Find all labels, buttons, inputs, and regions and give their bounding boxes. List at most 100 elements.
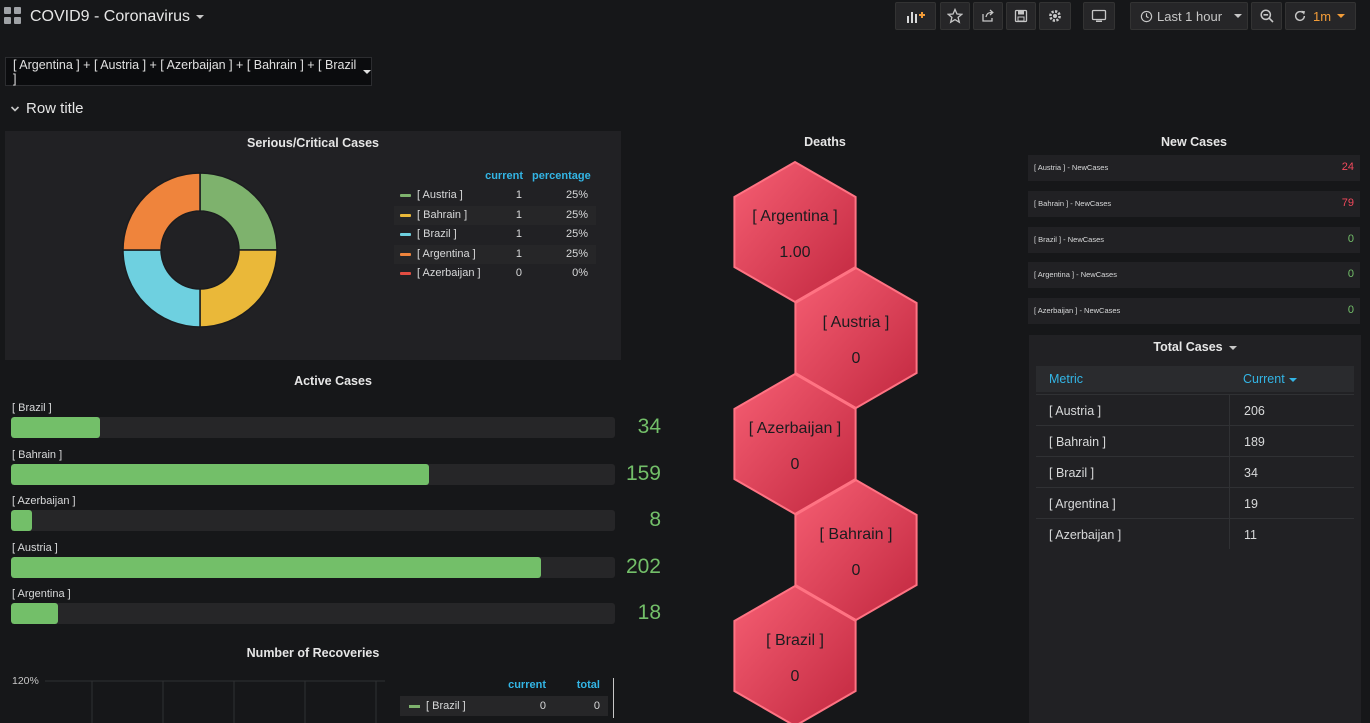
legend-header-current[interactable]: current	[478, 170, 523, 182]
panel-title-menu[interactable]: Total Cases	[1029, 340, 1361, 354]
stat-value: 79	[1341, 196, 1354, 209]
refresh-icon	[1294, 10, 1306, 22]
save-button[interactable]	[1006, 2, 1036, 30]
series-name: [ Azerbaijan ]	[417, 267, 481, 279]
bar-track	[11, 603, 615, 625]
save-icon	[1014, 9, 1028, 23]
add-panel-button[interactable]	[895, 2, 936, 30]
chevron-down-icon	[1337, 14, 1346, 18]
add-panel-icon	[906, 12, 925, 23]
row-header[interactable]: Row title	[10, 100, 84, 117]
bar-track	[11, 463, 615, 485]
stat-value: 24	[1341, 161, 1354, 173]
stat-row[interactable]: [ Azerbaijan ] - NewCases 0	[1028, 298, 1360, 325]
dashboard-grid-icon[interactable]	[4, 7, 22, 25]
pie-slice-1[interactable]	[199, 249, 278, 328]
dashboard-title-picker[interactable]: COVID9 - Coronavirus	[30, 8, 205, 26]
pie-slice-0[interactable]	[199, 172, 278, 251]
stat-row[interactable]: [ Argentina ] - NewCases 0	[1028, 262, 1360, 289]
table-cell-metric: [ Bahrain ]	[1036, 425, 1229, 456]
hex-value: 0	[851, 562, 861, 579]
stat-value: 0	[1347, 304, 1354, 317]
critical-cases-donut-chart	[122, 172, 278, 328]
series-current: 0	[539, 700, 546, 712]
legend-header-percentage[interactable]: percentage	[532, 170, 591, 182]
pie-slice-3[interactable]	[122, 172, 201, 251]
legend-header-current[interactable]: current	[500, 679, 546, 691]
table-cell-current: 34	[1229, 456, 1354, 487]
series-swatch	[409, 705, 420, 708]
country-variable-picker[interactable]: [ Argentina ] + [ Austria ] + [ Azerbaij…	[5, 57, 372, 86]
hex-label: [ Azerbaijan ]	[748, 420, 842, 437]
hex-value: 1.00	[779, 244, 811, 261]
legend-item[interactable]: [ Argentina ] 1 25%	[394, 244, 596, 264]
series-percentage: 25%	[565, 208, 588, 221]
bar-label: [ Argentina ]	[12, 588, 71, 601]
time-range-label: Last 1 hour	[1157, 8, 1223, 24]
refresh-picker[interactable]: 1m	[1285, 2, 1356, 30]
table-cell-current: 11	[1229, 518, 1354, 549]
legend-item[interactable]: [ Brazil ] 1 25%	[394, 225, 596, 244]
series-name: [ Brazil ]	[426, 700, 466, 712]
clock-icon	[1140, 10, 1153, 22]
hex-label: [ Bahrain ]	[819, 526, 893, 543]
variable-value: [ Argentina ] + [ Austria ] + [ Azerbaij…	[13, 57, 357, 86]
top-navbar: COVID9 - Coronavirus Last 1 hour 1m	[0, 0, 1370, 34]
pie-slice-2[interactable]	[122, 249, 201, 328]
series-swatch	[400, 252, 411, 256]
dashboard-title: COVID9 - Coronavirus	[30, 8, 191, 25]
stat-name: [ Austria ] - NewCases	[1034, 163, 1109, 172]
series-percentage: 25%	[565, 228, 588, 240]
series-swatch	[400, 213, 411, 217]
stat-row[interactable]: [ Bahrain ] - NewCases 79	[1028, 190, 1360, 217]
zoom-out-button[interactable]	[1251, 2, 1282, 30]
gear-icon	[1049, 10, 1061, 22]
legend-scrollbar[interactable]	[613, 678, 614, 718]
table-cell-current: 19	[1229, 487, 1354, 518]
settings-button[interactable]	[1039, 2, 1071, 30]
bar-fill	[11, 603, 59, 625]
series-name: [ Austria ]	[417, 189, 463, 201]
new-cases-panel: New Cases	[1028, 131, 1360, 151]
legend-item[interactable]: [ Austria ] 1 25%	[394, 186, 596, 205]
bar-label: [ Brazil ]	[12, 402, 52, 414]
column-header-label: Current	[1243, 372, 1285, 386]
stat-value: 0	[1347, 232, 1354, 245]
panel-title: Number of Recoveries	[246, 646, 380, 660]
bar-track	[11, 510, 615, 532]
bar-label: [ Bahrain ]	[12, 448, 63, 461]
share-icon	[982, 9, 994, 22]
series-swatch	[400, 233, 411, 236]
active-cases-panel: Active Cases	[5, 368, 670, 630]
legend-item[interactable]: [ Bahrain ] 1 25%	[394, 205, 596, 225]
stat-name: [ Azerbaijan ] - NewCases	[1034, 306, 1121, 316]
share-button[interactable]	[973, 2, 1003, 30]
table-cell-metric: [ Brazil ]	[1036, 456, 1229, 487]
column-header-metric[interactable]: Metric	[1036, 366, 1229, 392]
table-cell-metric: [ Argentina ]	[1036, 487, 1229, 518]
star-button[interactable]	[940, 2, 970, 30]
stat-row[interactable]: [ Austria ] - NewCases 24	[1028, 155, 1360, 181]
zoom-out-icon	[1259, 9, 1274, 23]
chevron-down-icon	[1234, 14, 1243, 18]
bar-track	[11, 417, 615, 438]
bar-label: [ Azerbaijan ]	[12, 495, 76, 508]
series-percentage: 0%	[572, 267, 588, 279]
chevron-down-icon	[10, 105, 20, 112]
star-icon	[947, 8, 963, 24]
recoveries-legend-row[interactable]: [ Brazil ] 0 0	[400, 696, 608, 716]
column-header-current[interactable]: Current	[1229, 366, 1354, 392]
time-range-picker[interactable]: Last 1 hour	[1130, 2, 1248, 30]
legend-item[interactable]: [ Azerbaijan ] 0 0%	[394, 264, 596, 283]
table-cell-current: 189	[1229, 425, 1354, 456]
legend-header-total[interactable]: total	[562, 679, 600, 691]
recoveries-graph	[45, 680, 385, 723]
tv-icon	[1091, 9, 1107, 22]
bar-label: [ Austria ]	[12, 541, 58, 554]
series-name: [ Brazil ]	[417, 228, 457, 240]
series-swatch	[400, 272, 411, 275]
stat-row[interactable]: [ Brazil ] - NewCases 0	[1028, 226, 1360, 253]
hex-value: 0	[790, 456, 800, 473]
chevron-down-icon	[196, 14, 205, 19]
tv-mode-button[interactable]	[1083, 2, 1115, 30]
